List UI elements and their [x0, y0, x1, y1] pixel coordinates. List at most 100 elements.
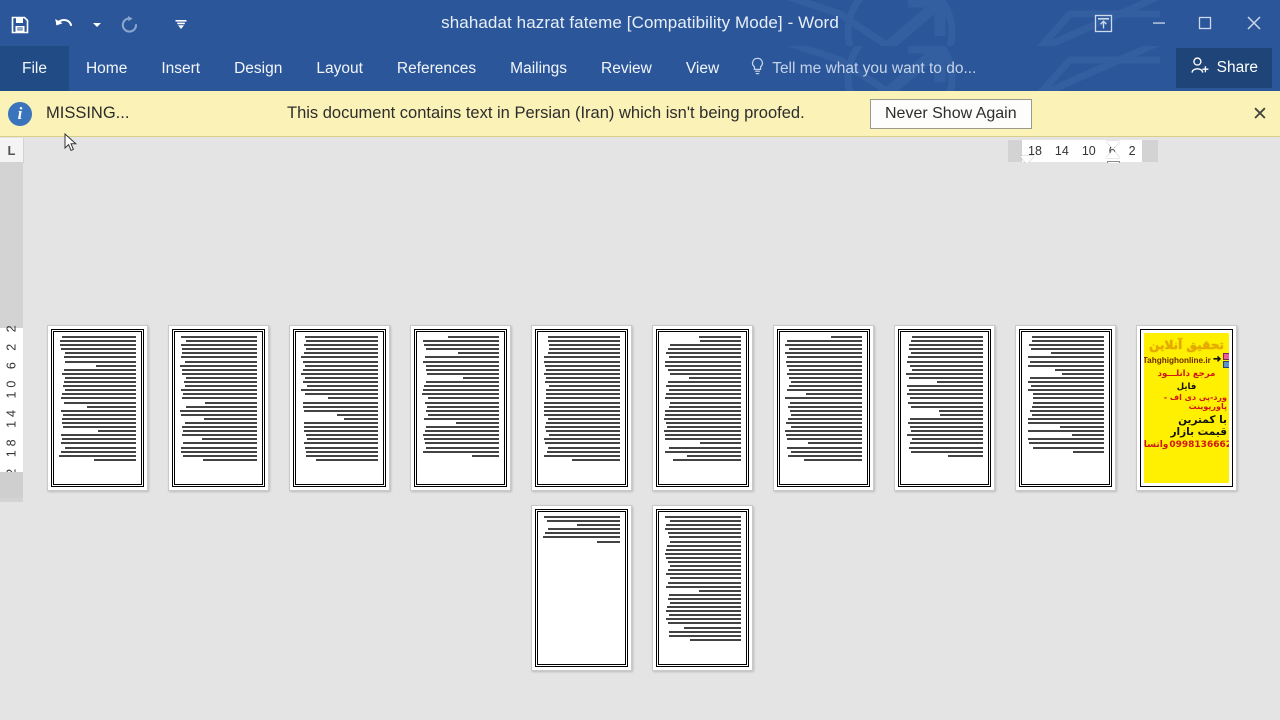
tab-home[interactable]: Home	[69, 46, 144, 91]
text-line	[306, 385, 378, 388]
page-thumbnail[interactable]	[531, 325, 632, 491]
customize-quick-access-toolbar-icon[interactable]	[164, 5, 198, 45]
ribbon-tabs[interactable]: File Home Insert Design Layout Reference…	[0, 46, 990, 91]
text-line	[1054, 368, 1104, 371]
page-thumbnail[interactable]	[773, 325, 874, 491]
text-line	[544, 372, 620, 375]
window-controls[interactable]	[1080, 0, 1280, 46]
text-line	[302, 401, 378, 404]
text-line	[906, 385, 983, 388]
page-thumbnail[interactable]	[531, 505, 632, 671]
close-button[interactable]	[1228, 0, 1280, 46]
text-line	[668, 622, 741, 625]
text-line	[785, 430, 862, 433]
tab-review[interactable]: Review	[584, 46, 669, 91]
text-line	[667, 544, 741, 547]
text-line	[908, 348, 983, 351]
share-button[interactable]: Share	[1175, 48, 1272, 88]
text-line	[1028, 356, 1104, 359]
text-line	[60, 409, 136, 412]
tab-insert[interactable]: Insert	[144, 46, 217, 91]
close-notification-icon[interactable]: ✕	[1240, 91, 1280, 137]
text-line	[425, 356, 499, 359]
text-line	[327, 397, 378, 400]
tab-mailings[interactable]: Mailings	[493, 46, 584, 91]
text-line	[665, 385, 741, 388]
page-thumbnail[interactable]	[289, 325, 390, 491]
tab-view[interactable]: View	[669, 46, 736, 91]
text-line	[699, 336, 741, 338]
quick-access-toolbar[interactable]	[0, 0, 198, 46]
tab-design[interactable]: Design	[217, 46, 299, 91]
text-line	[304, 393, 378, 396]
text-line	[1027, 389, 1104, 392]
page-thumbnail[interactable]	[894, 325, 995, 491]
proofing-notification-bar: i MISSING... This document contains text…	[0, 91, 1280, 137]
text-line	[667, 532, 741, 535]
document-workspace[interactable]: تحقیق آنلاین Tahghighonline.ir ➜ مرجع دانلـ…	[23, 163, 1280, 720]
minimize-button[interactable]	[1136, 0, 1182, 46]
text-line	[664, 430, 741, 433]
text-line	[61, 397, 136, 400]
text-line	[667, 569, 741, 572]
tell-me-search[interactable]: Tell me what you want to do...	[736, 46, 990, 91]
text-line	[98, 430, 136, 433]
hanging-indent-marker-top[interactable]	[1106, 141, 1120, 149]
text-line	[64, 376, 136, 379]
page-thumbnail[interactable]	[652, 505, 753, 671]
page-thumbnail-advert[interactable]: تحقیق آنلاین Tahghighonline.ir ➜ مرجع دانلـ…	[1136, 325, 1237, 491]
maximize-restore-button[interactable]	[1182, 0, 1228, 46]
text-line	[472, 454, 499, 457]
page-thumbnail[interactable]	[47, 325, 148, 491]
text-line	[181, 397, 257, 400]
text-line	[547, 446, 620, 449]
text-line	[908, 356, 983, 359]
undo-dropdown-icon[interactable]	[84, 5, 110, 45]
ribbon-display-options-icon[interactable]	[1080, 0, 1126, 46]
page-content-area	[658, 331, 747, 485]
page-content-area	[295, 331, 384, 485]
hanging-indent-marker-bottom[interactable]	[1106, 150, 1120, 158]
text-line	[305, 364, 378, 367]
text-line	[665, 409, 741, 412]
text-line	[545, 430, 620, 433]
text-line	[667, 581, 741, 584]
tab-references[interactable]: References	[380, 46, 493, 91]
page-thumbnail[interactable]	[652, 325, 753, 491]
page-thumbnail[interactable]	[1015, 325, 1116, 491]
text-line	[1029, 344, 1104, 347]
page-content-area	[1021, 331, 1110, 485]
text-line	[668, 368, 741, 371]
text-line	[939, 413, 983, 416]
text-line	[700, 340, 741, 343]
text-line	[423, 438, 499, 441]
text-line	[180, 344, 257, 347]
never-show-again-button[interactable]: Never Show Again	[870, 99, 1032, 129]
text-line	[185, 421, 257, 424]
text-line	[543, 360, 620, 363]
text-line	[788, 405, 862, 408]
text-line	[203, 417, 257, 420]
text-line	[1050, 352, 1104, 355]
text-line	[87, 405, 136, 408]
text-line	[664, 360, 741, 363]
text-line	[785, 352, 862, 355]
tab-file[interactable]: File	[0, 46, 69, 91]
text-line	[1027, 417, 1104, 420]
page-thumbnail[interactable]	[410, 325, 511, 491]
page-thumbnail[interactable]	[168, 325, 269, 491]
text-line	[806, 393, 862, 396]
text-line	[303, 405, 378, 408]
text-line	[665, 610, 741, 613]
text-line	[909, 397, 983, 400]
text-line	[61, 348, 136, 351]
text-line	[303, 426, 378, 429]
text-line	[423, 417, 499, 420]
save-icon[interactable]	[0, 5, 40, 45]
text-line	[1030, 360, 1104, 363]
text-line	[423, 340, 499, 343]
tab-layout[interactable]: Layout	[299, 46, 380, 91]
tab-stop-selector[interactable]: L	[0, 138, 24, 163]
undo-icon[interactable]	[44, 5, 84, 45]
text-line	[787, 364, 862, 367]
